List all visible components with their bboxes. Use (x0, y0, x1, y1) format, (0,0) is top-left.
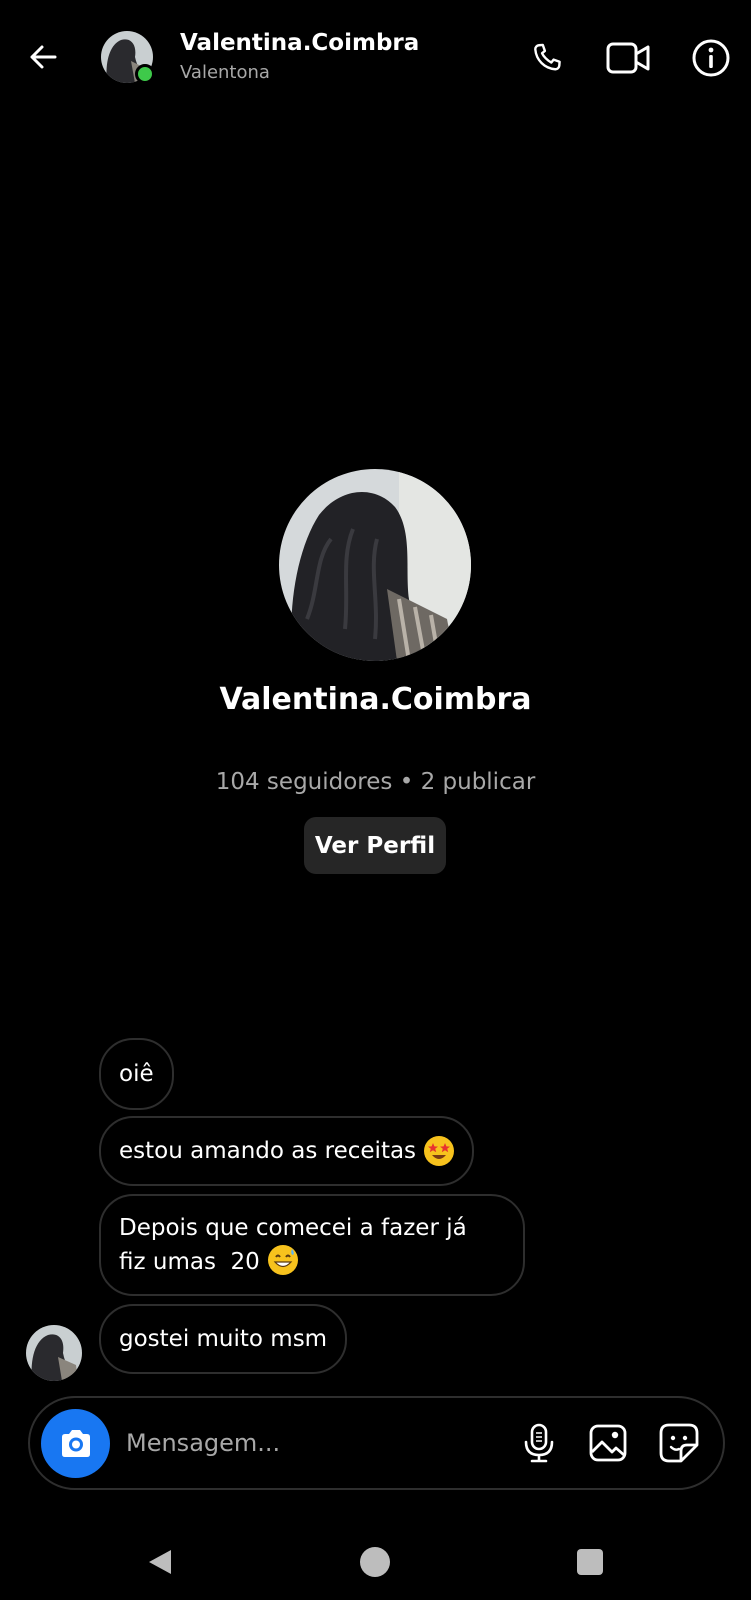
message-bubble[interactable]: estou amando as receitas (99, 1116, 475, 1186)
contact-subtitle: Valentona (180, 62, 270, 83)
online-status-dot (135, 64, 155, 84)
star-struck-emoji (424, 1136, 455, 1166)
message-text-line-1: Depois que comecei a fazer já (119, 1215, 467, 1241)
message-text: gostei muito msm (119, 1325, 328, 1352)
chat-screen: Valentina.Coimbra Valentona Valentina.Co… (0, 0, 751, 1600)
arrow-left-icon (30, 45, 57, 69)
voice-message-button[interactable] (516, 1420, 562, 1466)
sender-avatar[interactable] (26, 1325, 82, 1381)
nav-home-icon (360, 1547, 390, 1577)
message-text: oiê (119, 1060, 154, 1087)
sticker-button[interactable] (656, 1420, 702, 1466)
message-bubble[interactable]: gostei muito msm (99, 1304, 348, 1374)
back-button[interactable] (22, 36, 64, 78)
info-icon (692, 39, 730, 77)
view-profile-button[interactable]: Ver Perfil (304, 817, 446, 874)
sticker-icon (659, 1423, 699, 1463)
nav-back-icon (149, 1550, 171, 1574)
system-recents-button[interactable] (566, 1538, 614, 1586)
message-text: estou amando as receitas (119, 1137, 417, 1164)
nav-recents-icon (577, 1549, 603, 1575)
voice-call-button[interactable] (525, 36, 569, 80)
video-camera-icon (606, 42, 650, 74)
system-home-button[interactable] (351, 1538, 399, 1586)
phone-icon (534, 43, 561, 71)
gallery-button[interactable] (585, 1420, 631, 1466)
chat-info-button[interactable] (689, 36, 733, 80)
camera-icon (61, 1429, 90, 1457)
message-input[interactable] (126, 1418, 486, 1468)
video-call-button[interactable] (606, 36, 650, 80)
chat-header: Valentina.Coimbra Valentona (0, 0, 751, 118)
gallery-icon (589, 1424, 627, 1462)
message-bubble[interactable]: oiê (99, 1038, 174, 1110)
profile-name: Valentina.Coimbra (219, 682, 532, 717)
profile-stats: 104 seguidores • 2 publicar (215, 769, 536, 795)
system-nav-bar (0, 1520, 751, 1600)
message-text-line-2: fiz umas 20 (119, 1249, 260, 1275)
message-composer (28, 1396, 725, 1490)
grinning-sweat-emoji (267, 1245, 298, 1275)
contact-name[interactable]: Valentina.Coimbra (180, 30, 419, 56)
microphone-icon (524, 1423, 554, 1463)
message-line-2: fiz umas 20 (119, 1245, 467, 1279)
message-bubble[interactable]: Depois que comecei a fazer já fiz umas 2… (99, 1194, 525, 1296)
system-back-button[interactable] (136, 1538, 184, 1586)
profile-avatar[interactable] (279, 469, 471, 661)
camera-button[interactable] (41, 1409, 110, 1478)
